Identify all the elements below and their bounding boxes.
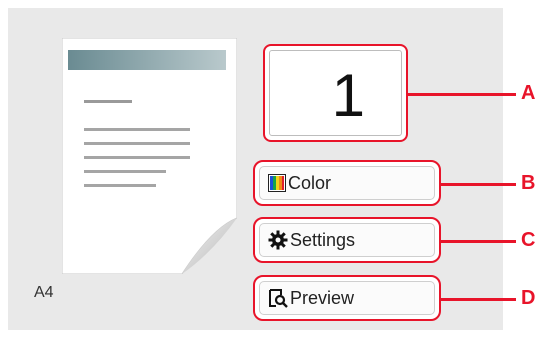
page-thumbnail <box>62 38 237 274</box>
settings-button-face: Settings <box>259 223 435 257</box>
page-magnifier-icon <box>268 288 288 308</box>
copies-field-inner: 1 <box>269 50 402 136</box>
color-button[interactable]: Color <box>253 160 441 206</box>
callout-label-b: B <box>521 172 536 194</box>
color-button-label: Color <box>288 172 332 193</box>
gear-icon <box>268 230 288 250</box>
color-bars-icon <box>268 174 286 192</box>
settings-button[interactable]: Settings <box>253 217 441 263</box>
color-button-face: Color <box>259 166 435 200</box>
callout-line-c <box>441 240 516 243</box>
callout-label-c: C <box>521 229 536 251</box>
callout-line-b <box>441 183 516 186</box>
preview-button[interactable]: Preview <box>253 275 441 321</box>
document-preview-icon <box>62 38 237 274</box>
copies-field[interactable]: 1 <box>263 44 408 142</box>
settings-button-label: Settings <box>290 229 356 250</box>
preview-button-face: Preview <box>259 281 435 315</box>
callout-label-d: D <box>521 287 536 309</box>
callout-line-a <box>408 93 516 96</box>
callout-line-d <box>441 298 516 301</box>
copies-value: 1 <box>331 62 365 129</box>
paper-size-label: A4 <box>34 284 54 301</box>
callout-label-a: A <box>521 82 536 104</box>
preview-button-label: Preview <box>290 287 355 308</box>
